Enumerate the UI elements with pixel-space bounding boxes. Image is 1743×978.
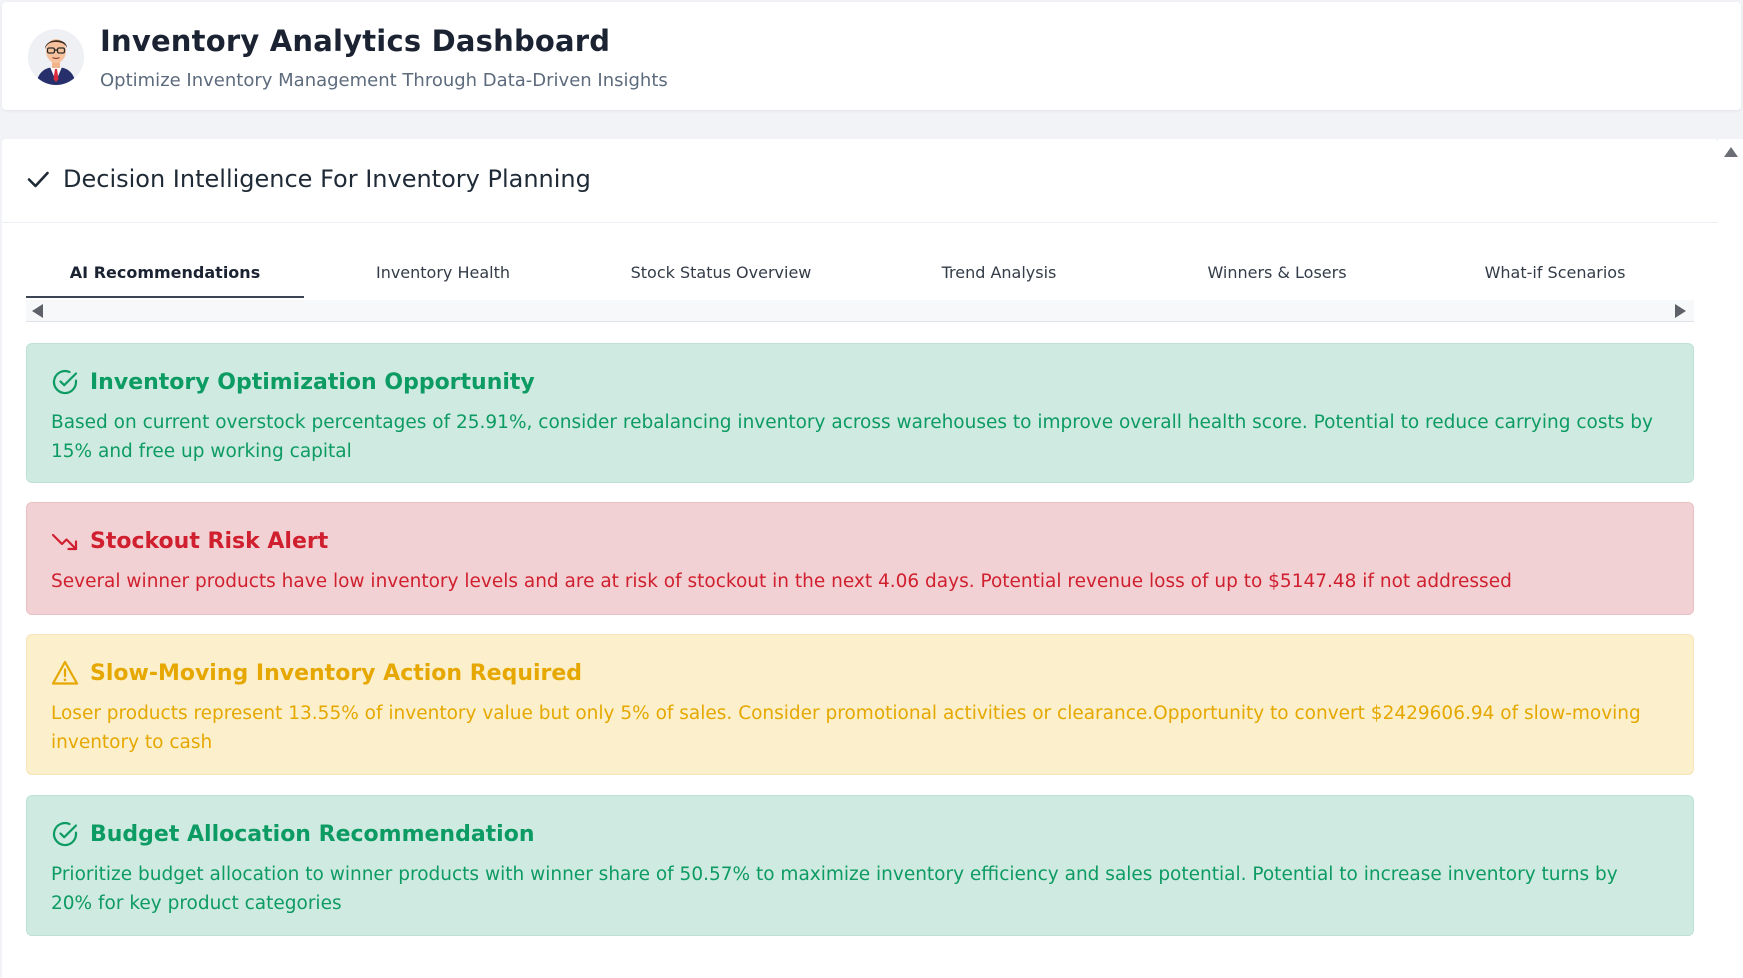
card-header: Budget Allocation Recommendation	[51, 816, 1669, 852]
warning-triangle-icon	[51, 660, 79, 685]
scroll-up-arrow-icon[interactable]	[1724, 147, 1738, 157]
check-icon	[27, 171, 49, 188]
card-header: Slow-Moving Inventory Action Required	[51, 655, 1669, 691]
panel-title: Decision Intelligence For Inventory Plan…	[63, 165, 591, 193]
tab-winners-losers[interactable]: Winners & Losers	[1138, 250, 1416, 298]
businessman-avatar-icon	[28, 29, 84, 85]
recommendation-card: Inventory Optimization Opportunity Based…	[26, 343, 1694, 483]
tab-ai-recommendations[interactable]: AI Recommendations	[26, 250, 304, 298]
recommendation-card: Stockout Risk Alert Several winner produ…	[26, 502, 1694, 615]
page-title: Inventory Analytics Dashboard	[100, 24, 611, 58]
card-body: Loser products represent 13.55% of inven…	[51, 703, 1641, 753]
tab-trend-analysis[interactable]: Trend Analysis	[860, 250, 1138, 298]
card-header: Inventory Optimization Opportunity	[51, 364, 1669, 400]
trending-down-icon	[51, 533, 78, 551]
recommendation-card: Slow-Moving Inventory Action Required Lo…	[26, 634, 1694, 775]
tab-horizontal-scrollbar[interactable]	[26, 300, 1694, 322]
vertical-scrollbar[interactable]	[1718, 139, 1743, 978]
tab-stock-status-overview[interactable]: Stock Status Overview	[582, 250, 860, 298]
panel-header[interactable]: Decision Intelligence For Inventory Plan…	[2, 139, 1718, 223]
page-subtitle: Optimize Inventory Management Through Da…	[100, 70, 668, 91]
card-header: Stockout Risk Alert	[51, 523, 1669, 559]
scroll-left-arrow-icon[interactable]	[32, 304, 43, 318]
tab-inventory-health[interactable]: Inventory Health	[304, 250, 582, 298]
card-body: Prioritize budget allocation to winner p…	[51, 864, 1618, 914]
card-title: Stockout Risk Alert	[90, 528, 329, 554]
check-circle-icon	[52, 821, 78, 847]
recommendation-card: Budget Allocation Recommendation Priorit…	[26, 795, 1694, 936]
app-header: Inventory Analytics Dashboard Optimize I…	[2, 2, 1741, 110]
card-title: Slow-Moving Inventory Action Required	[90, 660, 583, 686]
card-body: Based on current overstock percentages o…	[51, 412, 1653, 462]
check-circle-icon	[52, 369, 78, 395]
card-title: Budget Allocation Recommendation	[90, 821, 535, 847]
tab-bar: AI Recommendations Inventory Health Stoc…	[26, 250, 1694, 298]
header-text: Inventory Analytics Dashboard Optimize I…	[100, 24, 668, 91]
scroll-right-arrow-icon[interactable]	[1675, 304, 1686, 318]
card-title: Inventory Optimization Opportunity	[90, 369, 535, 395]
tab-what-if-scenarios[interactable]: What-if Scenarios	[1416, 250, 1694, 298]
card-body: Several winner products have low invento…	[51, 571, 1512, 592]
